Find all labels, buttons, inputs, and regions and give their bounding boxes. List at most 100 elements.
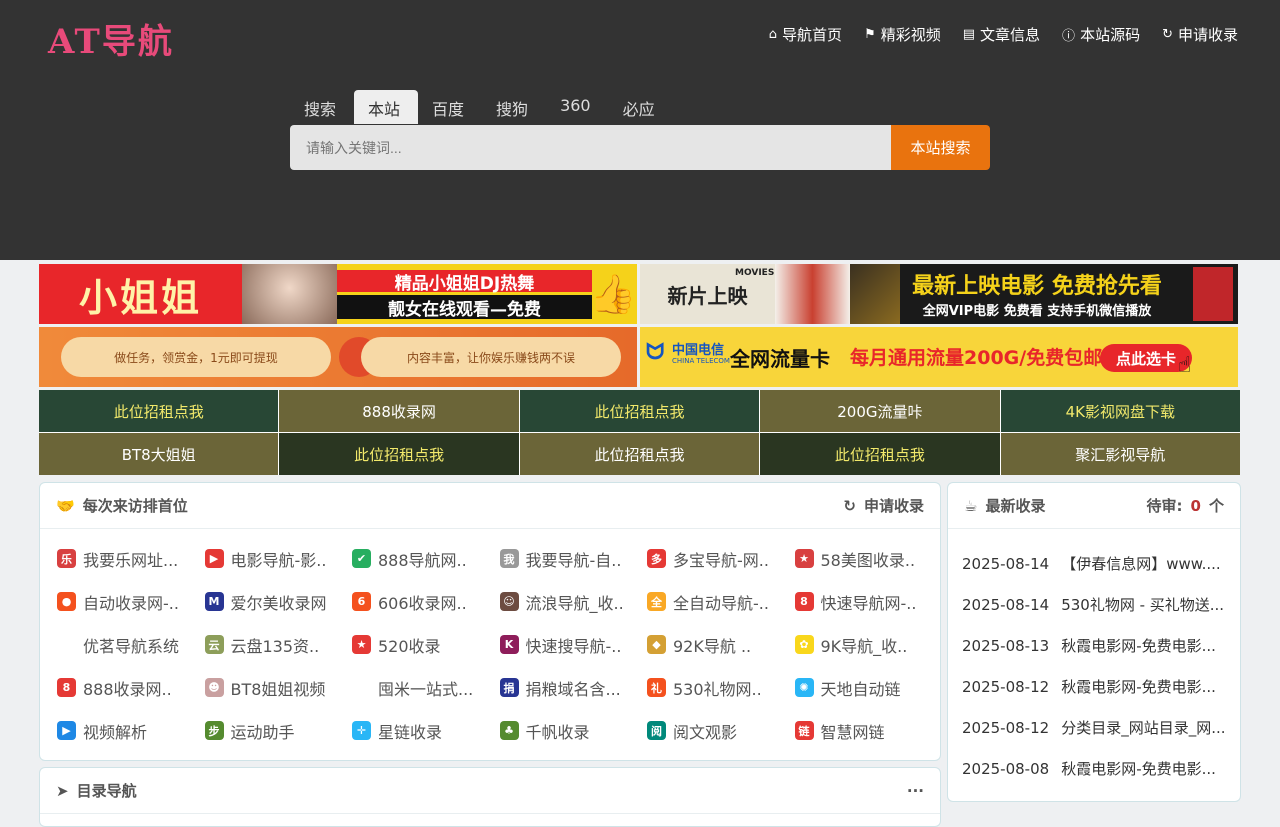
ad-cell[interactable]: 聚汇影视导航: [1000, 433, 1240, 475]
site-link[interactable]: 囤米一站式...: [352, 666, 500, 709]
site-favicon-icon: 阅: [647, 721, 666, 740]
site-link[interactable]: ★ 520收录: [352, 623, 500, 666]
site-favicon-icon: ★: [352, 635, 371, 654]
banner-movies-logo: [1193, 267, 1233, 321]
search-tabs: 搜索 本站 百度 搜狗 360 必应: [290, 90, 673, 124]
site-link[interactable]: ♣ 千帆收录: [499, 709, 648, 752]
site-favicon-icon: 多: [647, 549, 666, 568]
site-link[interactable]: ★ 58美图收录..: [794, 537, 943, 580]
latest-item[interactable]: 2025-08-14 【伊春信息网】www....: [962, 543, 1240, 584]
search-box: 本站搜索: [290, 125, 990, 170]
search-button[interactable]: 本站搜索: [891, 125, 990, 170]
site-link[interactable]: 6 606收录网..: [352, 580, 500, 623]
banner-tasks-pill2: 内容丰富，让你娱乐赚钱两不误: [361, 337, 621, 377]
nav-submit[interactable]: ↻ 申请收录: [1162, 24, 1238, 45]
latest-item[interactable]: 2025-08-08 秋霞电影网-免费电影...: [962, 748, 1240, 789]
tab-bing[interactable]: 必应: [609, 90, 673, 124]
telecom-logo-icon: ᗢ: [646, 340, 665, 365]
search-input[interactable]: [290, 125, 891, 170]
site-link-label: 520收录: [378, 636, 441, 656]
site-link-label: 606收录网..: [378, 593, 467, 613]
nav-home[interactable]: ⌂ 导航首页: [769, 24, 842, 45]
ad-cell[interactable]: 200G流量咔: [760, 390, 1000, 432]
site-favicon-icon: ★: [794, 549, 814, 568]
site-link-label: 自动收录网-..: [83, 593, 179, 613]
site-favicon-icon: 6: [352, 592, 371, 611]
tab-site[interactable]: 本站: [354, 90, 419, 124]
latest-item[interactable]: 2025-08-14 530礼物网 - 买礼物送...: [962, 584, 1240, 625]
site-favicon-icon: 礼: [647, 678, 666, 697]
site-link-label: 530礼物网..: [673, 679, 762, 699]
site-link[interactable]: ✛ 星链收录: [352, 709, 500, 752]
banner-movies[interactable]: 新片上映 MOVIES 最新上映电影 免费抢先看 全网VIP电影 免费看 支持手…: [640, 264, 1238, 324]
site-link[interactable]: M 爱尔美收录网: [204, 580, 353, 623]
site-link[interactable]: 优茗导航系统: [57, 623, 205, 666]
nav-source[interactable]: ⓘ 本站源码: [1062, 24, 1140, 45]
latest-card: ☕ 最新收录 待审: 0 个 2025-08-14 【伊春信息网】www.... 2025…: [947, 482, 1241, 802]
ad-cell[interactable]: 4K影视网盘下载: [1000, 390, 1240, 432]
banner-tasks[interactable]: 做任务，领赏金，1元即可提现 内容丰富，让你娱乐赚钱两不误: [39, 327, 637, 387]
site-link[interactable]: ☻ BT8姐姐视频: [204, 666, 353, 709]
site-link[interactable]: 全全自动导航-..: [647, 580, 795, 623]
nav-articles[interactable]: ▤ 文章信息: [963, 24, 1040, 45]
site-link[interactable]: 8 888收录网..: [57, 666, 205, 709]
banner-telecom[interactable]: ᗢ 中国电信 CHINA TELECOM 全网流量卡 每月通用流量200G/免费…: [640, 327, 1238, 387]
banner-dj-image: [242, 264, 337, 324]
site-link[interactable]: 步运动助手: [204, 709, 353, 752]
site-link[interactable]: ✺ 天地自动链: [794, 666, 943, 709]
tab-search[interactable]: 搜索: [290, 90, 354, 124]
site-link[interactable]: 阅阅文观影: [647, 709, 795, 752]
site-link-label: 阅文观影: [673, 722, 738, 742]
more-button[interactable]: ···: [907, 782, 924, 800]
ad-cell[interactable]: 此位招租点我: [279, 433, 519, 475]
site-link-label: 运动助手: [230, 722, 295, 742]
site-link[interactable]: K 快速搜导航-..: [499, 623, 648, 666]
site-link[interactable]: ✿ 9K导航_收..: [794, 623, 943, 666]
site-link[interactable]: ▶ 电影导航-影..: [204, 537, 353, 580]
site-link[interactable]: ● 自动收录网-..: [57, 580, 205, 623]
site-link[interactable]: 多多宝导航-网..: [647, 537, 795, 580]
tab-360[interactable]: 360: [546, 90, 609, 124]
ad-cell[interactable]: 888收录网: [279, 390, 519, 432]
latest-item[interactable]: 2025-08-12 秋霞电影网-免费电影...: [962, 666, 1240, 707]
site-link[interactable]: 链智慧网链: [794, 709, 943, 752]
apply-button[interactable]: ↻ 申请收录: [843, 495, 924, 516]
site-link[interactable]: ☺ 流浪导航_收..: [499, 580, 648, 623]
pending-unit: 个: [1208, 497, 1224, 515]
ad-cell[interactable]: 此位招租点我: [760, 433, 1000, 475]
ad-cell[interactable]: 此位招租点我: [39, 390, 279, 432]
site-link[interactable]: 8 快速导航网-..: [794, 580, 943, 623]
banner-dj-line2: 靓女在线观看—免费: [337, 295, 592, 320]
latest-item[interactable]: 2025-08-12 分类目录_网站目录_网...: [962, 707, 1240, 748]
site-link[interactable]: 云云盘135资..: [204, 623, 353, 666]
latest-item[interactable]: 2025-08-13 秋霞电影网-免费电影...: [962, 625, 1240, 666]
site-link[interactable]: ◆ 92K导航 ..: [647, 623, 795, 666]
site-favicon-icon: 全: [647, 592, 666, 611]
site-link-label: 快速导航网-..: [820, 593, 917, 613]
latest-title-text: 秋霞电影网-免费电影...: [1061, 760, 1216, 778]
site-link-label: 千帆收录: [525, 722, 590, 742]
banner-dj[interactable]: 小姐姐 精品小姐姐DJ热舞 靓女在线观看—免费 👍: [39, 264, 637, 324]
site-link[interactable]: ▶ 视频解析: [57, 709, 205, 752]
ad-cell[interactable]: 此位招租点我: [519, 390, 760, 432]
site-logo[interactable]: AT导航: [48, 14, 174, 63]
site-favicon-icon: M: [204, 592, 224, 611]
directory-title: 目录导航: [76, 782, 137, 800]
site-link[interactable]: 捐捐粮域名含...: [499, 666, 648, 709]
site-link[interactable]: ✔ 888导航网..: [352, 537, 500, 580]
ad-cell[interactable]: 此位招租点我: [519, 433, 760, 475]
site-link[interactable]: 我我要导航-自..: [499, 537, 648, 580]
site-link[interactable]: 乐我要乐网址...: [57, 537, 205, 580]
tab-sogou[interactable]: 搜狗: [482, 90, 546, 124]
latest-title: 最新收录: [985, 497, 1046, 515]
ad-cell[interactable]: BT8大姐姐: [39, 433, 279, 475]
site-link-label: 云盘135资..: [230, 636, 320, 656]
tab-baidu[interactable]: 百度: [418, 90, 482, 124]
banner-movies-robot: [850, 264, 900, 324]
site-favicon-icon: 8: [57, 678, 76, 697]
site-link-label: 优茗导航系统: [83, 636, 180, 656]
site-link[interactable]: 礼 530礼物网..: [647, 666, 795, 709]
apply-label: 申请收录: [863, 497, 924, 515]
nav-videos[interactable]: ⚑ 精彩视频: [864, 24, 941, 45]
site-link-label: 快速搜导航-..: [525, 636, 622, 656]
